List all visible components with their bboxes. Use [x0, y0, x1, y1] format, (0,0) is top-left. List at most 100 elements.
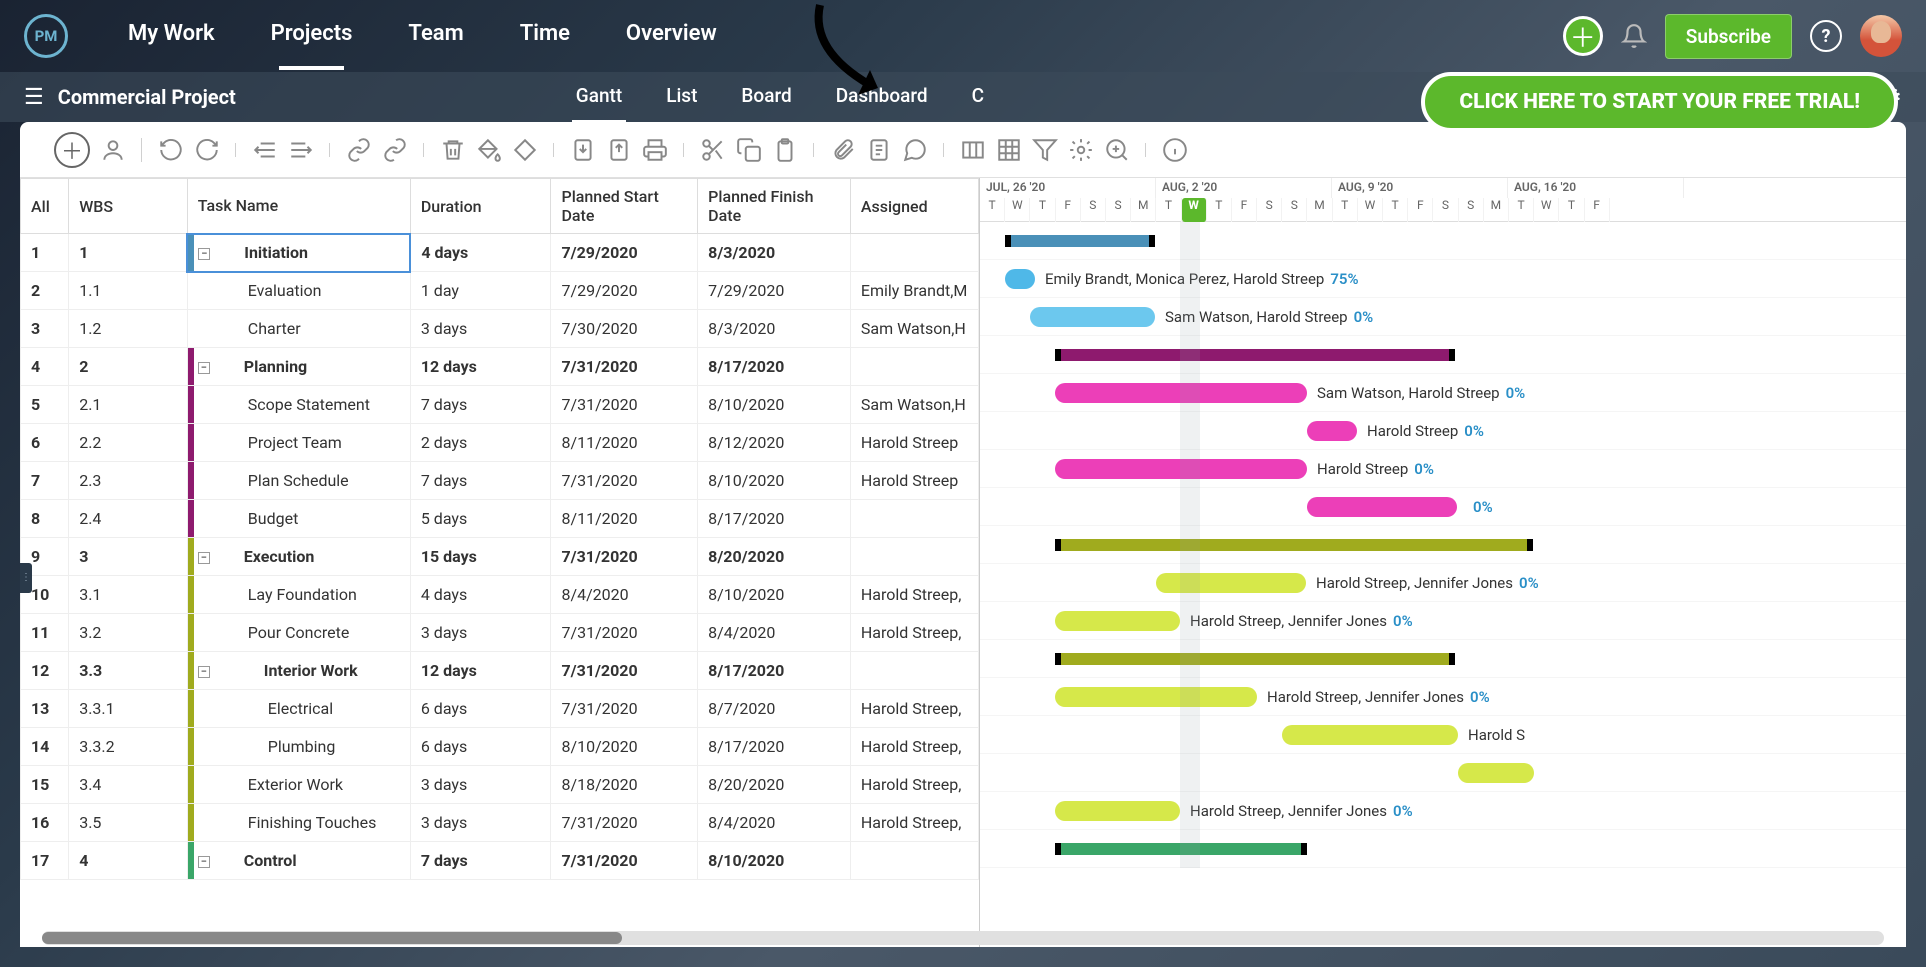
cta-banner[interactable]: CLICK HERE TO START YOUR FREE TRIAL!	[1421, 72, 1898, 132]
comment-icon[interactable]	[902, 137, 928, 163]
milestone-icon[interactable]	[512, 137, 538, 163]
help-icon[interactable]: ?	[1810, 20, 1842, 52]
col-planned-start-date[interactable]: Planned Start Date	[551, 179, 698, 234]
gantt-bar[interactable]	[1005, 235, 1155, 247]
table-row[interactable]: 62.2Project Team2 days8/11/20208/12/2020…	[21, 424, 979, 462]
table-row[interactable]: 21.1Evaluation1 day7/29/20207/29/2020Emi…	[21, 272, 979, 310]
add-task-button[interactable]: ＋	[54, 132, 90, 168]
table-row[interactable]: 11−Initiation4 days7/29/20208/3/2020	[21, 234, 979, 272]
gantt-row: Harold Streep0%	[980, 450, 1906, 488]
col-duration[interactable]: Duration	[410, 179, 551, 234]
table-row[interactable]: 31.2Charter3 days7/30/20208/3/2020Sam Wa…	[21, 310, 979, 348]
gantt-bar[interactable]	[1458, 763, 1534, 783]
table-row[interactable]: 103.1Lay Foundation4 days8/4/20208/10/20…	[21, 576, 979, 614]
gantt-bar[interactable]: Harold Streep, Jennifer Jones0%	[1055, 611, 1180, 631]
collapse-icon[interactable]: −	[198, 856, 210, 868]
gantt-row: Harold Streep0%	[980, 412, 1906, 450]
redo-icon[interactable]	[194, 137, 220, 163]
gantt-bar[interactable]: Harold Streep0%	[1307, 421, 1357, 441]
table-row[interactable]: 52.1Scope Statement7 days7/31/20208/10/2…	[21, 386, 979, 424]
table-row[interactable]: 174−Control7 days7/31/20208/10/2020	[21, 842, 979, 880]
nav-overview[interactable]: Overview	[626, 21, 717, 52]
collapse-icon[interactable]: −	[198, 666, 210, 678]
gantt-row: Emily Brandt, Monica Perez, Harold Stree…	[980, 260, 1906, 298]
export-icon[interactable]	[606, 137, 632, 163]
gantt-bar[interactable]: Harold Streep, Jennifer Jones0%	[1156, 573, 1306, 593]
print-icon[interactable]	[642, 137, 668, 163]
app-logo[interactable]: PM	[24, 14, 68, 58]
nav-time[interactable]: Time	[520, 21, 570, 52]
gantt-bar[interactable]: Harold S	[1282, 725, 1458, 745]
table-row[interactable]: 163.5Finishing Touches3 days7/31/20208/4…	[21, 804, 979, 842]
gantt-bar[interactable]: 0%	[1307, 497, 1457, 517]
tab-board[interactable]: Board	[741, 84, 791, 111]
tab-gantt[interactable]: Gantt	[576, 84, 622, 111]
gantt-label: Emily Brandt, Monica Perez, Harold Stree…	[1045, 270, 1359, 288]
gantt-bar[interactable]: Harold Streep, Jennifer Jones0%	[1055, 801, 1180, 821]
col-planned-finish-date[interactable]: Planned Finish Date	[698, 179, 851, 234]
table-row[interactable]: 82.4Budget5 days8/11/20208/17/2020	[21, 500, 979, 538]
link-icon[interactable]	[346, 137, 372, 163]
copy-icon[interactable]	[736, 137, 762, 163]
notifications-icon[interactable]	[1621, 23, 1647, 49]
nav-my-work[interactable]: My Work	[128, 21, 215, 52]
zoom-icon[interactable]	[1104, 137, 1130, 163]
user-avatar[interactable]	[1860, 15, 1902, 57]
gantt-bar[interactable]: Sam Watson, Harold Streep0%	[1055, 383, 1307, 403]
attachment-icon[interactable]	[830, 137, 856, 163]
gantt-bar[interactable]: Emily Brandt, Monica Perez, Harold Stree…	[1005, 269, 1035, 289]
gantt-bar[interactable]	[1055, 653, 1455, 665]
horizontal-scrollbar[interactable]	[42, 931, 980, 945]
gantt-row: Harold Streep, Jennifer Jones0%	[980, 564, 1906, 602]
unlink-icon[interactable]	[382, 137, 408, 163]
nav-team[interactable]: Team	[408, 21, 463, 52]
nav-projects[interactable]: Projects	[271, 21, 353, 52]
gear-icon[interactable]	[1068, 137, 1094, 163]
col-task-name[interactable]: Task Name	[187, 179, 410, 234]
table-row[interactable]: 143.3.2Plumbing6 days8/10/20208/17/2020H…	[21, 728, 979, 766]
table-row[interactable]: 133.3.1Electrical6 days7/31/20208/7/2020…	[21, 690, 979, 728]
table-row[interactable]: 153.4Exterior Work3 days8/18/20208/20/20…	[21, 766, 979, 804]
undo-icon[interactable]	[158, 137, 184, 163]
gantt-bar[interactable]	[1055, 539, 1533, 551]
project-title: Commercial Project	[58, 85, 236, 109]
trash-icon[interactable]	[440, 137, 466, 163]
grid-icon[interactable]	[996, 137, 1022, 163]
col-assigned[interactable]: Assigned	[850, 179, 978, 234]
task-grid[interactable]: AllWBSTask NameDurationPlanned Start Dat…	[20, 178, 980, 947]
splitter-handle[interactable]: ⋮	[20, 563, 32, 593]
table-row[interactable]: 72.3Plan Schedule7 days7/31/20208/10/202…	[21, 462, 979, 500]
filter-icon[interactable]	[1032, 137, 1058, 163]
tab-list[interactable]: List	[666, 84, 697, 111]
table-row[interactable]: 42−Planning12 days7/31/20208/17/2020	[21, 348, 979, 386]
table-row[interactable]: 93−Execution15 days7/31/20208/20/2020	[21, 538, 979, 576]
gantt-chart[interactable]: JUL, 26 '20AUG, 2 '20AUG, 9 '20AUG, 16 '…	[980, 178, 1906, 947]
notes-icon[interactable]	[866, 137, 892, 163]
col-all[interactable]: All	[21, 179, 69, 234]
gantt-bar[interactable]	[1055, 349, 1455, 361]
tab-c[interactable]: C	[972, 84, 984, 111]
collapse-icon[interactable]: −	[198, 248, 210, 260]
zoom-fit-icon[interactable]	[960, 137, 986, 163]
paint-icon[interactable]	[476, 137, 502, 163]
subscribe-button[interactable]: Subscribe	[1665, 14, 1792, 59]
paste-icon[interactable]	[772, 137, 798, 163]
info-icon[interactable]	[1162, 137, 1188, 163]
import-icon[interactable]	[570, 137, 596, 163]
table-row[interactable]: 113.2Pour Concrete3 days7/31/20208/4/202…	[21, 614, 979, 652]
gantt-bar[interactable]: Sam Watson, Harold Streep0%	[1030, 307, 1155, 327]
gantt-bar[interactable]: Harold Streep, Jennifer Jones0%	[1055, 687, 1257, 707]
collapse-icon[interactable]: −	[198, 552, 210, 564]
col-wbs[interactable]: WBS	[69, 179, 188, 234]
gantt-row	[980, 830, 1906, 868]
table-row[interactable]: 123.3−Interior Work12 days7/31/20208/17/…	[21, 652, 979, 690]
quick-add-button[interactable]: ＋	[1563, 16, 1603, 56]
outdent-icon[interactable]	[252, 137, 278, 163]
hamburger-icon[interactable]: ☰	[24, 85, 44, 110]
indent-icon[interactable]	[288, 137, 314, 163]
cut-icon[interactable]	[700, 137, 726, 163]
gantt-bar[interactable]	[1055, 843, 1307, 855]
collapse-icon[interactable]: −	[198, 362, 210, 374]
gantt-bar[interactable]: Harold Streep0%	[1055, 459, 1307, 479]
user-icon[interactable]	[100, 137, 126, 163]
